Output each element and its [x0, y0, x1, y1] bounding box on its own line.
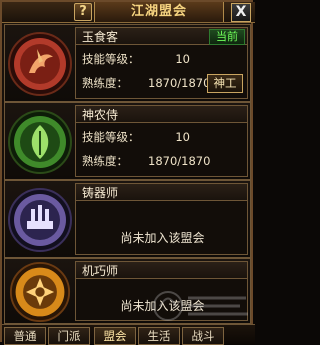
skill-row: 技能等级： 10: [82, 51, 190, 67]
skill-label: 技能等级：: [82, 130, 140, 144]
dragon-emblem-icon: [8, 32, 72, 96]
close-button[interactable]: X: [231, 3, 251, 22]
not-joined-text: 尚未加入该盟会: [120, 231, 205, 245]
tab-menpai[interactable]: 门派: [48, 327, 90, 345]
gear-emblem-icon: [9, 261, 71, 323]
guild-name-bar: 玉食客 当前: [75, 27, 248, 45]
skill-value: 10: [175, 130, 190, 144]
watermark-logo: [153, 291, 248, 321]
skill-value: 10: [175, 52, 190, 66]
forge-emblem-icon: [8, 188, 72, 252]
proficiency-value: 1870/1870: [148, 76, 211, 90]
guild-name-bar: 机巧师: [75, 261, 248, 279]
guild-name: 玉食客: [82, 30, 119, 44]
guild-card-yushike[interactable]: 玉食客 当前 技能等级： 10 熟练度： 1870/1870 神工: [4, 24, 251, 102]
tab-menghui[interactable]: 盟会: [94, 327, 136, 345]
guild-card-zhuqishi[interactable]: 铸器师 尚未加入该盟会: [4, 180, 251, 258]
guild-name-bar: 神农侍: [75, 105, 248, 123]
proficiency-row: 熟练度： 1870/1870: [82, 153, 210, 169]
proficiency-value: 1870/1870: [148, 154, 211, 168]
tab-putong[interactable]: 普通: [4, 327, 46, 345]
guild-name: 铸器师: [82, 186, 119, 200]
guild-info: 尚未加入该盟会: [75, 201, 248, 255]
proficiency-label: 熟练度：: [82, 76, 128, 90]
herb-emblem-icon: [8, 110, 72, 174]
title-bar: ? 江湖盟会 X: [2, 2, 255, 23]
guild-info: 技能等级： 10 熟练度： 1870/1870 神工: [75, 45, 248, 99]
window-title: 江湖盟会: [94, 2, 224, 22]
skill-label: 技能等级：: [82, 52, 140, 66]
skill-row: 技能等级： 10: [82, 129, 190, 145]
guild-window: ? 江湖盟会 X 玉食客 当前 技能等级： 10 熟练度： 1870/1870 神工: [0, 0, 255, 345]
tab-zhandou[interactable]: 战斗: [182, 327, 224, 345]
current-badge: 当前: [209, 29, 245, 45]
help-button[interactable]: ?: [74, 3, 92, 21]
guild-name-bar: 铸器师: [75, 183, 248, 201]
guild-info: 技能等级： 10 熟练度： 1870/1870: [75, 123, 248, 177]
tab-shenghuo[interactable]: 生活: [138, 327, 180, 345]
proficiency-label: 熟练度：: [82, 154, 128, 168]
guild-name: 神农侍: [82, 108, 119, 122]
guild-card-shennongshi[interactable]: 神农侍 技能等级： 10 熟练度： 1870/1870: [4, 102, 251, 180]
guild-name: 机巧师: [82, 264, 119, 278]
shengong-button[interactable]: 神工: [207, 74, 243, 93]
proficiency-row: 熟练度： 1870/1870: [82, 75, 210, 91]
